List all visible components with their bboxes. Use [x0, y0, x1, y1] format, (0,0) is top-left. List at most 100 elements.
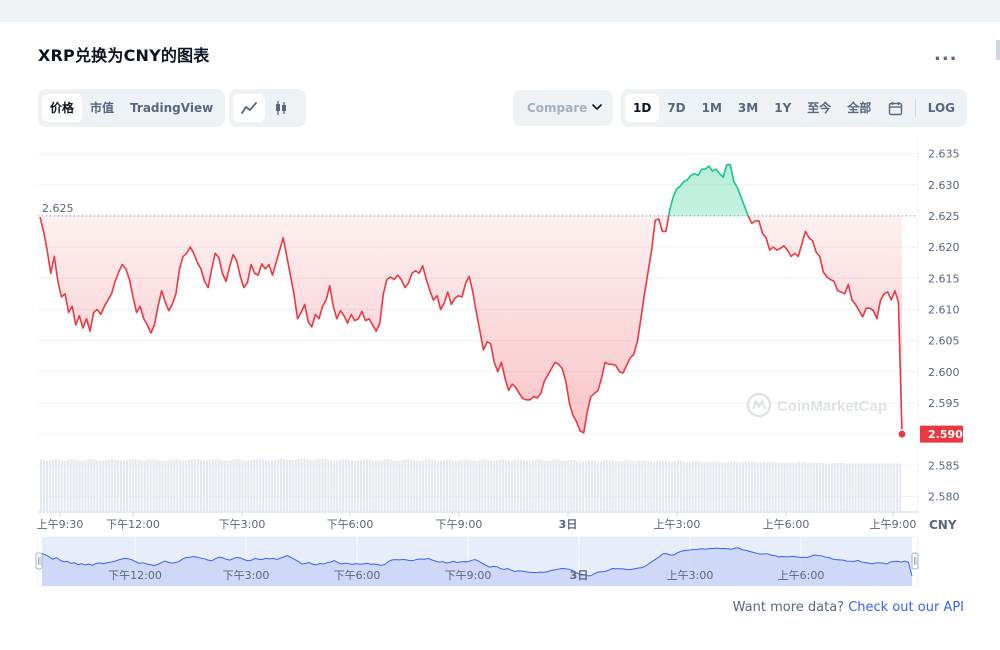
- x-tick-label: 下午3:00: [219, 518, 266, 531]
- volume-bar: [822, 462, 825, 511]
- volume-bar: [490, 460, 493, 511]
- volume-bar: [807, 462, 810, 511]
- volume-bar: [66, 459, 69, 511]
- volume-bar: [229, 460, 232, 511]
- volume-bar: [433, 460, 437, 511]
- volume-bar: [448, 459, 451, 511]
- volume-bar: [801, 462, 804, 511]
- volume-bar: [753, 462, 756, 511]
- y-tick-label: 2.600: [928, 366, 960, 379]
- volume-bar: [750, 461, 753, 511]
- volume-bar: [348, 459, 351, 511]
- range-navigator[interactable]: 下午12:00 下午3:00 下午6:00 下午9:00 3日 上午3:00 上午6:00: [35, 536, 919, 587]
- volume-bar: [149, 459, 152, 511]
- volume-bar: [324, 458, 327, 511]
- volume-bar: [540, 460, 543, 511]
- volume-bar: [345, 458, 348, 511]
- volume-bar: [117, 460, 120, 511]
- volume-bar: [789, 462, 792, 511]
- volume-bar: [620, 460, 623, 511]
- volume-bar: [146, 459, 149, 511]
- volume-bar: [383, 459, 386, 511]
- volume-bar: [845, 463, 848, 511]
- volume-bar: [143, 460, 146, 511]
- volume-bar: [712, 461, 715, 511]
- volume-bar: [747, 461, 751, 511]
- volume-bar: [543, 460, 546, 511]
- volume-bar: [546, 460, 549, 511]
- volume-bar: [641, 460, 644, 511]
- api-link[interactable]: Check out our API: [848, 600, 964, 615]
- volume-bar: [386, 458, 389, 511]
- volume-bar: [709, 461, 712, 511]
- volume-bar: [303, 458, 306, 511]
- volume-bar: [140, 460, 143, 511]
- volume-bar: [419, 460, 422, 511]
- volume-bar: [819, 462, 822, 511]
- volume-bar: [122, 460, 126, 511]
- volume-bar: [706, 462, 709, 511]
- volume-bar: [854, 463, 857, 511]
- navigator-handle-right[interactable]: [911, 552, 919, 570]
- y-tick-label: 2.585: [928, 459, 960, 472]
- volume-bar: [451, 460, 454, 511]
- volume-bar: [359, 460, 362, 511]
- volume-bar: [152, 458, 155, 511]
- volume-bar: [259, 458, 262, 511]
- volume-bar: [472, 460, 475, 511]
- volume-bar: [564, 460, 567, 511]
- volume-bar: [596, 461, 599, 511]
- volume-bar: [368, 459, 371, 511]
- volume-bar: [522, 460, 525, 511]
- volume-bar: [614, 461, 617, 511]
- volume-bar: [425, 459, 428, 511]
- volume-bar: [428, 458, 431, 511]
- volume-bar: [478, 460, 481, 511]
- volume-bar: [727, 461, 730, 511]
- volume-bar: [137, 460, 140, 511]
- navigator-handle-left[interactable]: [35, 552, 43, 570]
- volume-bar: [232, 459, 235, 511]
- volume-bar: [276, 458, 280, 511]
- volume-bar: [573, 460, 576, 511]
- volume-bar: [241, 460, 244, 511]
- volume-bar: [552, 459, 555, 511]
- volume-bar: [481, 459, 484, 511]
- y-tick-label: 2.595: [928, 397, 960, 410]
- volume-bar: [84, 460, 87, 511]
- volume-bar: [647, 461, 650, 511]
- volume-bar: [54, 459, 57, 511]
- volume-bar: [475, 460, 478, 511]
- volume-bar: [534, 459, 537, 511]
- volume-bar: [318, 458, 321, 511]
- volume-bar: [736, 461, 739, 511]
- volume-bar: [656, 461, 659, 511]
- volume-bar: [899, 463, 902, 511]
- volume-bar: [816, 462, 819, 511]
- volume-bar: [733, 461, 736, 511]
- volume-bar: [629, 460, 632, 511]
- volume-bar: [75, 460, 78, 511]
- volume-bar: [463, 459, 466, 511]
- volume-bar: [164, 460, 167, 511]
- navigator-tick-label: 下午3:00: [223, 569, 270, 582]
- volume-bar: [670, 461, 674, 511]
- volume-bar: [896, 463, 899, 511]
- volume-bar: [125, 460, 128, 511]
- volume-bar: [196, 459, 200, 511]
- volume-bar: [780, 462, 783, 511]
- volume-bar: [499, 459, 502, 511]
- volume-bar: [78, 460, 81, 511]
- volume-bar: [297, 458, 300, 511]
- volume-bar: [211, 459, 214, 511]
- current-price-label: 2.590: [928, 428, 963, 441]
- volume-bar: [703, 462, 706, 511]
- volume-bar: [279, 458, 283, 511]
- volume-bar: [792, 462, 795, 511]
- volume-bar: [771, 462, 774, 511]
- volume-bar: [389, 459, 392, 511]
- x-tick-label: 上午9:30: [37, 518, 84, 531]
- y-tick-label: 2.635: [928, 148, 960, 161]
- volume-bar: [653, 461, 656, 511]
- volume-bar: [887, 463, 890, 511]
